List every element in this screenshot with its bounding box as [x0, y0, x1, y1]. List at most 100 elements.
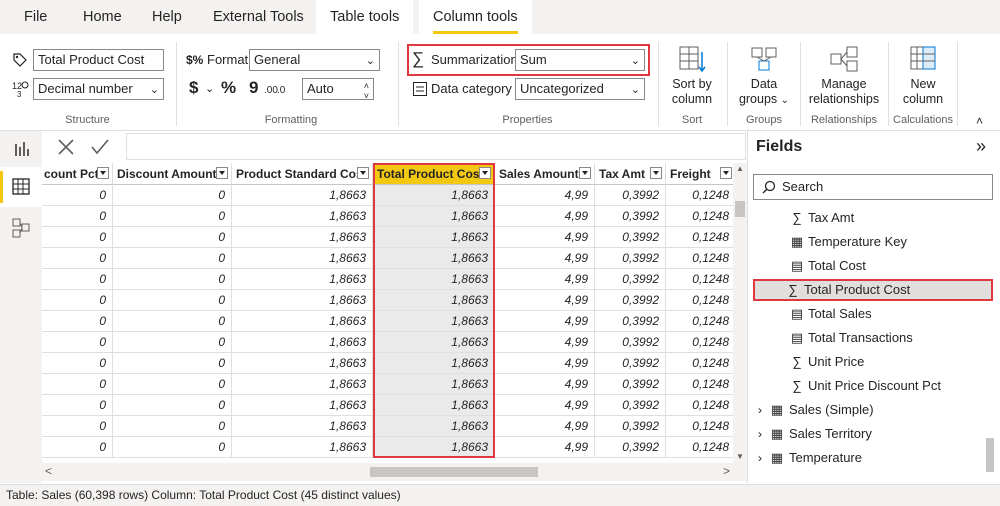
table-cell[interactable]: 0	[42, 248, 113, 269]
table-cell[interactable]: 4,99	[495, 395, 595, 416]
table-cell[interactable]: 0	[42, 290, 113, 311]
table-cell[interactable]: 0,3992	[595, 248, 666, 269]
filter-dropdown-icon[interactable]	[579, 167, 591, 179]
menu-table-tools[interactable]: Table tools	[316, 0, 414, 34]
manage-relationships-button[interactable]: Manage relationships	[804, 44, 884, 107]
table-cell[interactable]: 0	[113, 416, 232, 437]
menu-home[interactable]: Home	[83, 0, 122, 34]
filter-dropdown-icon[interactable]	[357, 167, 369, 179]
table-cell[interactable]: 1,8663	[232, 311, 373, 332]
fields-search-box[interactable]: Search	[753, 174, 993, 200]
table-cell[interactable]: 0	[113, 206, 232, 227]
chevron-right-icon[interactable]: ›	[758, 447, 762, 469]
table-cell[interactable]: 0,3992	[595, 374, 666, 395]
table-cell[interactable]: 1,8663	[232, 185, 373, 206]
table-cell[interactable]: 4,99	[495, 227, 595, 248]
scroll-down-icon[interactable]: ▼	[736, 452, 744, 461]
column-header-count-pct[interactable]: count Pct	[42, 163, 113, 185]
sort-by-column-button[interactable]: Sort by column	[662, 44, 722, 107]
data-groups-button[interactable]: Data groups ⌄	[732, 44, 796, 108]
table-cell[interactable]: 0	[113, 374, 232, 395]
field-item[interactable]: ∑ Unit Price Discount Pct	[756, 375, 994, 397]
format-dropdown[interactable]: General ⌄	[249, 49, 380, 71]
table-cell[interactable]: 0,1248	[666, 269, 736, 290]
field-item[interactable]: ▤ Total Cost	[756, 255, 994, 277]
data-type-dropdown[interactable]: Decimal number ⌄	[33, 78, 164, 100]
table-cell[interactable]: 0,1248	[666, 311, 736, 332]
collapse-pane-icon[interactable]: »	[976, 136, 986, 157]
table-cell[interactable]: 0,3992	[595, 227, 666, 248]
field-item[interactable]: ▤ Total Transactions	[756, 327, 994, 349]
table-cell[interactable]: 0,3992	[595, 353, 666, 374]
field-table-item[interactable]: › ▦ Sales (Simple)	[756, 399, 994, 421]
model-view-button[interactable]	[0, 209, 42, 249]
table-cell[interactable]: 0	[42, 374, 113, 395]
menu-column-tools[interactable]: Column tools	[419, 0, 532, 34]
scroll-up-icon[interactable]: ▲	[736, 164, 744, 173]
table-cell[interactable]: 0,1248	[666, 395, 736, 416]
currency-button[interactable]: $	[189, 78, 198, 98]
column-header-sales-amount[interactable]: Sales Amount	[495, 163, 595, 185]
table-cell[interactable]: 0,1248	[666, 248, 736, 269]
column-name-input[interactable]: Total Product Cost	[33, 49, 164, 71]
table-cell[interactable]: 1,8663	[232, 332, 373, 353]
chevron-right-icon[interactable]: ›	[758, 423, 762, 445]
column-header-tax-amt[interactable]: Tax Amt	[595, 163, 666, 185]
collapse-ribbon-icon[interactable]: ˄	[976, 114, 983, 128]
table-cell[interactable]: 4,99	[495, 374, 595, 395]
scroll-left-icon[interactable]: <	[45, 464, 52, 478]
table-cell[interactable]: 1,8663	[232, 248, 373, 269]
menu-external-tools[interactable]: External Tools	[213, 0, 304, 34]
commit-icon[interactable]	[90, 138, 110, 156]
table-cell[interactable]: 0,3992	[595, 290, 666, 311]
field-item[interactable]: ▤ Total Sales	[756, 303, 994, 325]
table-cell[interactable]: 1,8663	[232, 353, 373, 374]
table-cell[interactable]: 1,8663	[232, 227, 373, 248]
fields-scroll-thumb[interactable]	[986, 438, 994, 472]
table-cell[interactable]: 4,99	[495, 311, 595, 332]
table-cell[interactable]: 1,8663	[232, 395, 373, 416]
formula-input[interactable]	[126, 133, 746, 160]
table-cell[interactable]: 0,1248	[666, 332, 736, 353]
table-cell[interactable]: 1,8663	[232, 437, 373, 458]
table-cell[interactable]: 0,1248	[666, 185, 736, 206]
table-cell[interactable]: 4,99	[495, 206, 595, 227]
table-cell[interactable]: 1,8663	[232, 374, 373, 395]
table-cell[interactable]: 0,3992	[595, 332, 666, 353]
cancel-icon[interactable]	[57, 138, 75, 156]
table-cell[interactable]: 0,3992	[595, 395, 666, 416]
data-view-button[interactable]	[0, 167, 42, 207]
field-item[interactable]: ∑ Unit Price	[756, 351, 994, 373]
table-cell[interactable]: 0	[42, 395, 113, 416]
column-header-discount-amount[interactable]: Discount Amount	[113, 163, 232, 185]
table-cell[interactable]: 4,99	[495, 248, 595, 269]
decimal-places-icon[interactable]: .00 .0	[264, 80, 292, 98]
table-cell[interactable]: 0	[113, 395, 232, 416]
table-cell[interactable]: 0	[42, 332, 113, 353]
table-cell[interactable]: 0	[113, 185, 232, 206]
table-cell[interactable]: 0,3992	[595, 185, 666, 206]
table-cell[interactable]: 0	[113, 332, 232, 353]
field-table-item[interactable]: › ▦ Temperature	[756, 447, 994, 469]
new-column-button[interactable]: New column	[893, 44, 953, 107]
table-cell[interactable]: 1,8663	[232, 290, 373, 311]
menu-help[interactable]: Help	[152, 0, 182, 34]
table-cell[interactable]: 0	[113, 353, 232, 374]
field-item[interactable]: ∑ Total Product Cost	[753, 279, 993, 301]
table-cell[interactable]: 0,3992	[595, 206, 666, 227]
decimal-places-input[interactable]: Auto ˄ ˅	[302, 78, 374, 101]
table-cell[interactable]: 4,99	[495, 332, 595, 353]
field-item[interactable]: ▦ Temperature Key	[756, 231, 994, 253]
table-cell[interactable]: 0,3992	[595, 416, 666, 437]
table-cell[interactable]: 0,1248	[666, 206, 736, 227]
filter-dropdown-icon[interactable]	[216, 167, 228, 179]
comma-button[interactable]: 9	[249, 78, 258, 98]
field-table-item[interactable]: › ▦ Sales Territory	[756, 423, 994, 445]
table-cell[interactable]: 1,8663	[232, 206, 373, 227]
table-cell[interactable]: 0	[113, 311, 232, 332]
table-cell[interactable]: 4,99	[495, 353, 595, 374]
table-cell[interactable]: 0	[113, 437, 232, 458]
table-cell[interactable]: 0	[42, 311, 113, 332]
chevron-right-icon[interactable]: ›	[758, 399, 762, 421]
table-cell[interactable]: 0,1248	[666, 437, 736, 458]
